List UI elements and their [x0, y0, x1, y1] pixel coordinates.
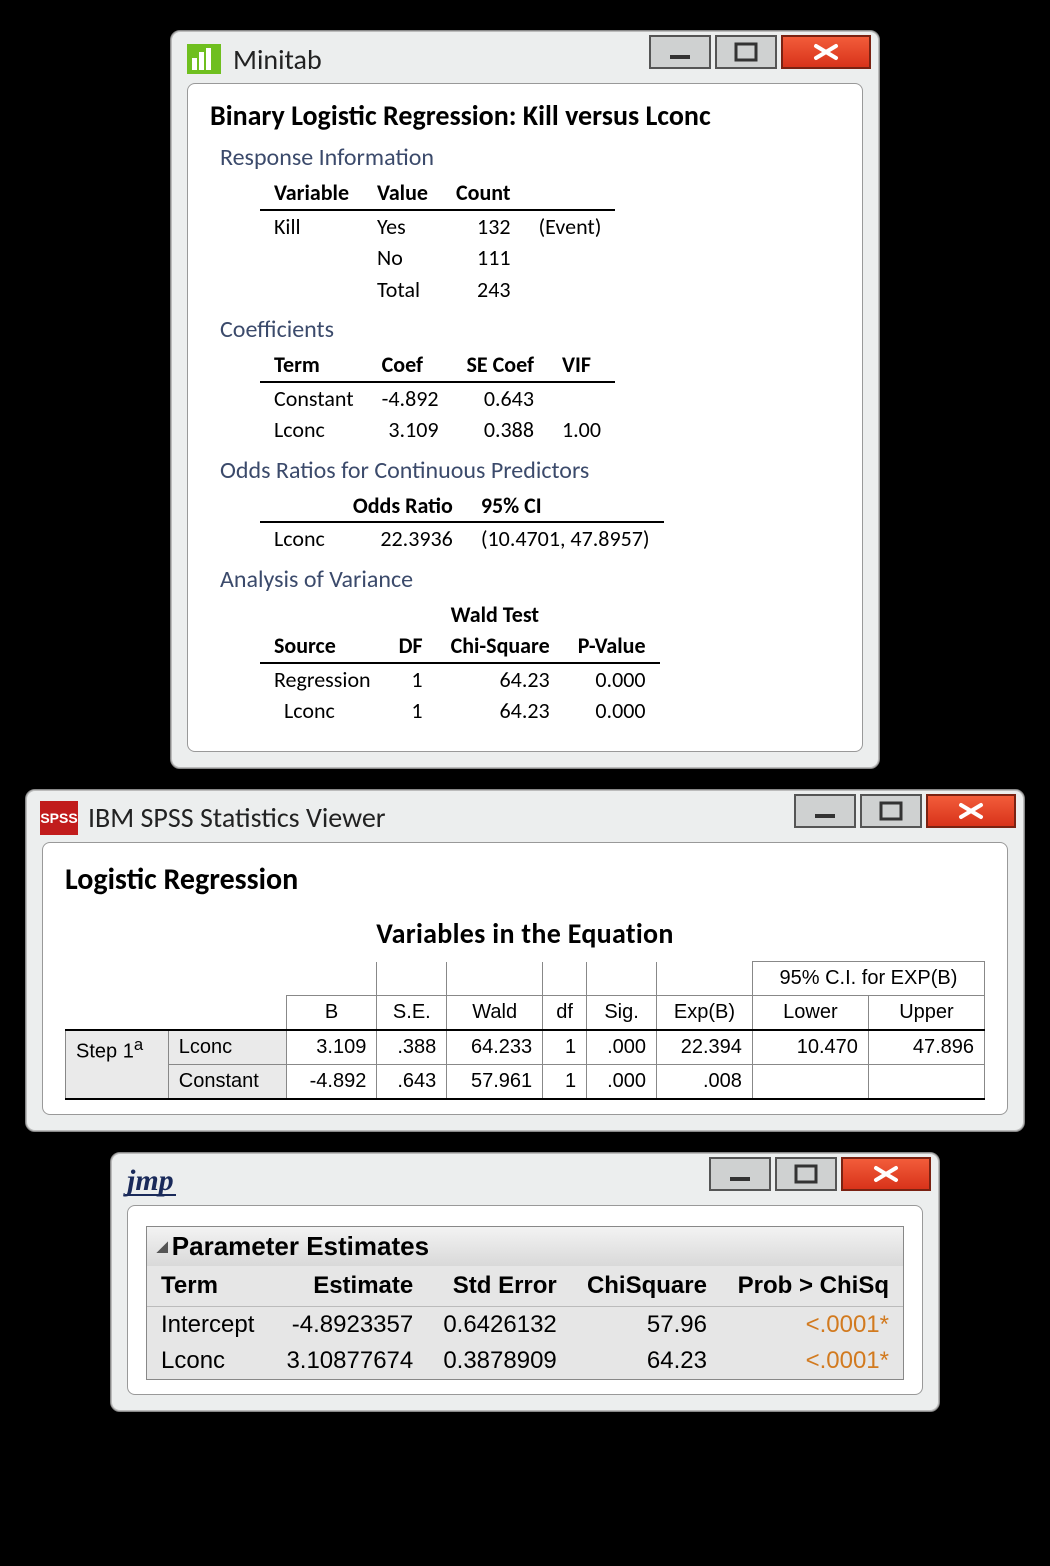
wald-test-header: Wald Test: [437, 599, 660, 631]
spss-content: Logistic Regression Variables in the Equ…: [42, 842, 1008, 1116]
parameter-estimates-panel: ◢ Parameter Estimates Term Estimate Std …: [146, 1226, 904, 1380]
response-info-heading: Response Information: [220, 143, 840, 173]
col-value: Value: [363, 177, 442, 210]
jmp-window: jmp ◢ Parameter Estimates Term Estimate …: [110, 1152, 940, 1412]
maximize-button[interactable]: [860, 794, 922, 828]
minimize-button[interactable]: [649, 35, 711, 69]
spss-titlebar: SPSS IBM SPSS Statistics Viewer: [26, 790, 1024, 842]
jmp-content: ◢ Parameter Estimates Term Estimate Std …: [127, 1205, 923, 1395]
spss-window: SPSS IBM SPSS Statistics Viewer Logistic…: [25, 789, 1025, 1133]
jmp-titlebar: jmp: [111, 1153, 939, 1205]
parameter-estimates-table: Term Estimate Std Error ChiSquare Prob >…: [147, 1266, 903, 1379]
col-count: Count: [442, 177, 525, 210]
odds-ratios-heading: Odds Ratios for Continuous Predictors: [220, 456, 840, 486]
close-button[interactable]: [926, 794, 1016, 828]
minimize-button[interactable]: [709, 1157, 771, 1191]
jmp-logo-icon: jmp: [125, 1164, 176, 1198]
spss-variables-table: 95% C.I. for EXP(B) B S.E. Wald df Sig. …: [65, 961, 985, 1100]
disclosure-triangle-icon[interactable]: ◢: [157, 1238, 168, 1255]
window-buttons: [649, 35, 871, 69]
spss-table-title: Variables in the Equation: [65, 916, 985, 951]
response-info-table: Variable Value Count Kill Yes 132 (Event…: [260, 177, 615, 305]
anova-table: Wald Test Source DF Chi-Square P-Value R…: [260, 599, 660, 727]
window-buttons: [709, 1157, 931, 1191]
minitab-titlebar: Minitab: [171, 31, 879, 83]
coefficients-heading: Coefficients: [220, 315, 840, 345]
coefficients-table: Term Coef SE Coef VIF Constant -4.892 0.…: [260, 349, 615, 446]
col-variable: Variable: [260, 177, 363, 210]
minitab-logo-icon: [185, 42, 223, 76]
window-buttons: [794, 794, 1016, 828]
table-row: Intercept -4.8923357 0.6426132 57.96 <.0…: [147, 1307, 903, 1344]
spss-app-title: IBM SPSS Statistics Viewer: [88, 800, 386, 835]
minimize-button[interactable]: [794, 794, 856, 828]
spss-report-title: Logistic Regression: [65, 861, 985, 899]
spss-logo-icon: SPSS: [40, 801, 78, 835]
close-button[interactable]: [841, 1157, 931, 1191]
ci-header: 95% C.I. for EXP(B): [752, 962, 984, 996]
minitab-window: Minitab Binary Logistic Regression: Kill…: [170, 30, 880, 769]
maximize-button[interactable]: [715, 35, 777, 69]
minitab-content: Binary Logistic Regression: Kill versus …: [187, 83, 863, 752]
table-row: Lconc 3.10877674 0.3878909 64.23 <.0001*: [147, 1343, 903, 1379]
step-label: Step 1a: [66, 1030, 169, 1099]
minitab-app-title: Minitab: [233, 42, 322, 77]
minitab-report-title: Binary Logistic Regression: Kill versus …: [210, 98, 840, 133]
close-button[interactable]: [781, 35, 871, 69]
odds-ratios-table: Odds Ratio 95% CI Lconc 22.3936 (10.4701…: [260, 490, 664, 555]
maximize-button[interactable]: [775, 1157, 837, 1191]
anova-heading: Analysis of Variance: [220, 565, 840, 595]
parameter-estimates-header[interactable]: ◢ Parameter Estimates: [147, 1227, 903, 1266]
panel-title: Parameter Estimates: [172, 1231, 429, 1262]
